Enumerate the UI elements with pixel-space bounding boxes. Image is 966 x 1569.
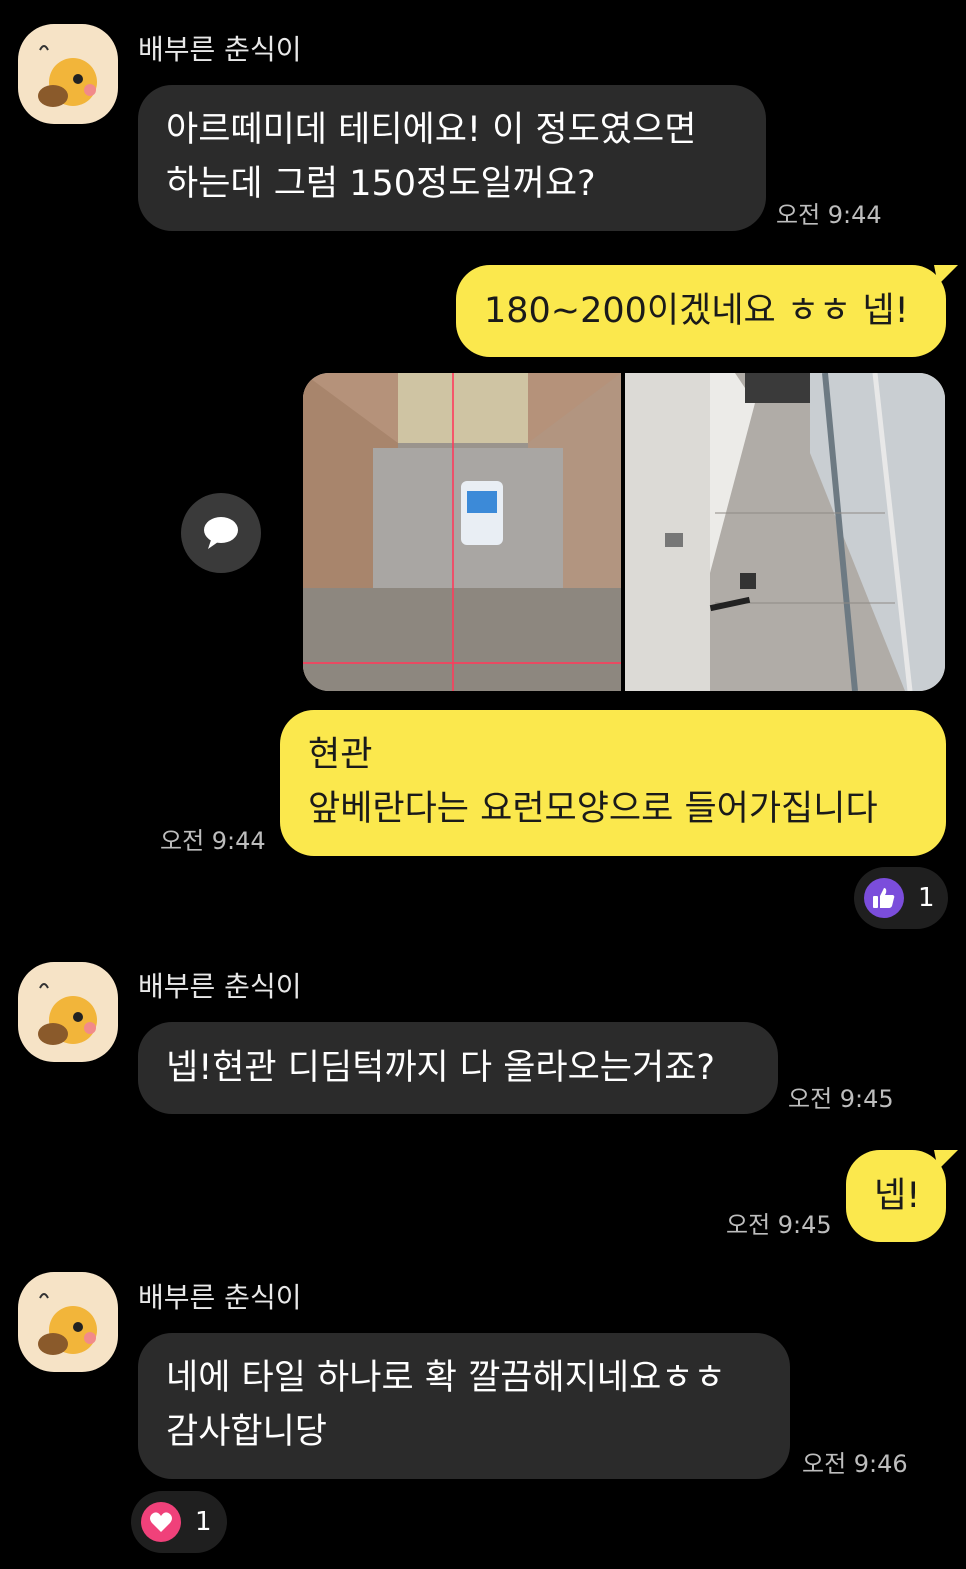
message-text: 앞베란다는 요런모양으로 들어가집니다 (308, 789, 878, 829)
message-text: 네에 타일 하나로 확 깔끔해지네요ㅎㅎ (166, 1358, 726, 1398)
message-text: 감사합니당 (166, 1412, 328, 1452)
reaction-count: 1 (195, 1507, 212, 1537)
message-time: 오전 9:44 (776, 201, 882, 229)
incoming-message-bubble[interactable]: 네에 타일 하나로 확 깔끔해지네요ㅎㅎ 감사합니당 (138, 1333, 790, 1479)
photo-entrance[interactable] (303, 373, 621, 691)
message-time: 오전 9:44 (160, 827, 266, 855)
message-time: 오전 9:46 (802, 1450, 908, 1478)
message-text: 아르떼미데 테티에요! 이 정도였으면 (166, 110, 697, 150)
sender-name: 배부른 춘식이 (138, 1281, 302, 1314)
message-text: 넵!현관 디딤턱까지 다 올라오는거죠? (166, 1048, 715, 1088)
reaction-badge[interactable]: 1 (854, 867, 948, 929)
bubble-tail (934, 265, 958, 285)
outgoing-message-bubble[interactable]: 넵! (846, 1150, 946, 1242)
incoming-message-bubble[interactable]: 아르떼미데 테티에요! 이 정도였으면 하는데 그럼 150정도일꺼요? (138, 85, 766, 231)
message-text: 넵! (874, 1176, 921, 1216)
outgoing-message-bubble[interactable]: 현관 앞베란다는 요런모양으로 들어가집니다 (280, 710, 946, 856)
bubble-tail (934, 1150, 958, 1170)
share-button[interactable] (181, 493, 261, 573)
sender-avatar[interactable] (18, 24, 118, 124)
message-time: 오전 9:45 (788, 1085, 894, 1113)
sender-name: 배부른 춘식이 (138, 33, 302, 66)
message-text: 현관 (308, 735, 373, 775)
sender-avatar[interactable] (18, 1272, 118, 1372)
incoming-message-bubble[interactable]: 넵!현관 디딤턱까지 다 올라오는거죠? (138, 1022, 778, 1114)
message-text: 하는데 그럼 150정도일꺼요? (166, 164, 596, 204)
sender-name: 배부른 춘식이 (138, 970, 302, 1003)
reaction-count: 1 (918, 883, 935, 913)
heart-icon (141, 1502, 181, 1542)
speech-bubble-icon (204, 517, 238, 549)
message-text: 180~200이겠네요 ㅎㅎ 넵! (484, 291, 909, 331)
photo-balcony[interactable] (625, 373, 945, 691)
sender-avatar[interactable] (18, 962, 118, 1062)
outgoing-message-bubble[interactable]: 180~200이겠네요 ㅎㅎ 넵! (456, 265, 946, 357)
message-time: 오전 9:45 (726, 1211, 832, 1239)
thumbs-up-icon (864, 878, 904, 918)
reaction-badge[interactable]: 1 (131, 1491, 227, 1553)
